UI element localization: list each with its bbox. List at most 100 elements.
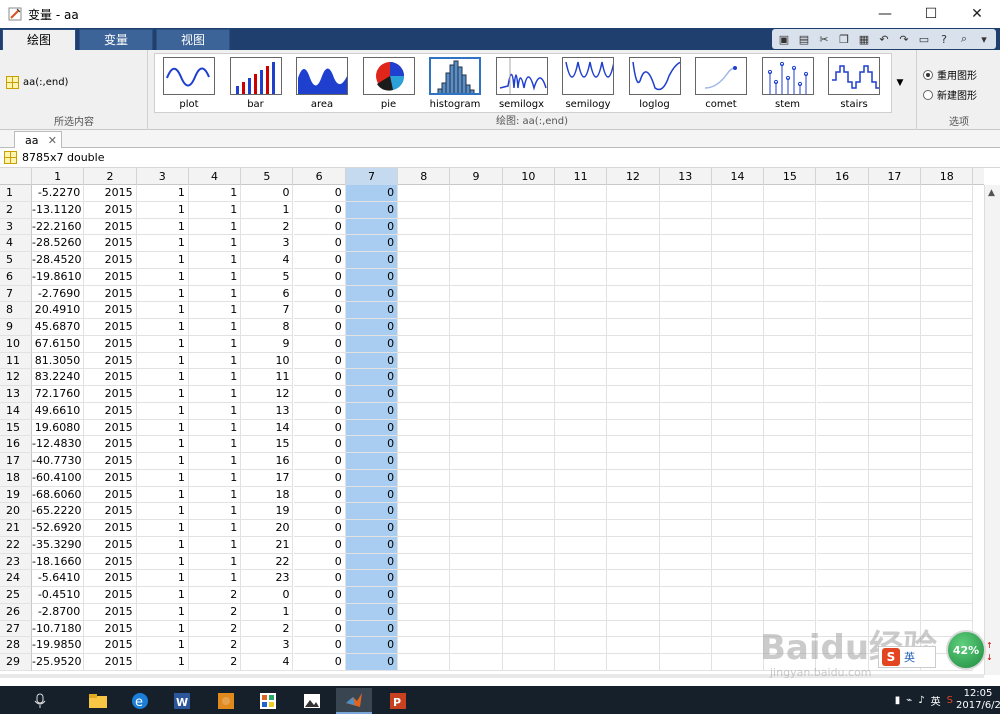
table-cell[interactable]: [921, 252, 974, 269]
table-cell[interactable]: 1: [136, 185, 189, 202]
table-cell[interactable]: -60.4100: [32, 469, 85, 487]
table-cell[interactable]: 0: [345, 268, 399, 286]
table-cell[interactable]: [398, 419, 451, 437]
table-cell[interactable]: 1: [136, 319, 189, 336]
table-cell[interactable]: 1: [188, 520, 242, 537]
table-cell[interactable]: [659, 369, 712, 386]
column-header-2[interactable]: 2: [84, 168, 137, 185]
table-cell[interactable]: [868, 603, 922, 621]
table-cell[interactable]: [450, 486, 503, 504]
table-cell[interactable]: [659, 268, 712, 286]
file-explorer-icon[interactable]: [80, 688, 116, 714]
table-cell[interactable]: [868, 486, 922, 504]
column-header-16[interactable]: 16: [817, 168, 869, 185]
redo-icon[interactable]: ↷: [894, 29, 914, 49]
table-cell[interactable]: [398, 185, 451, 202]
table-cell[interactable]: [607, 587, 660, 604]
search-icon[interactable]: ⌕: [954, 29, 974, 49]
table-cell[interactable]: [450, 319, 503, 336]
row-header[interactable]: 10: [0, 335, 32, 353]
table-cell[interactable]: [659, 386, 712, 403]
table-cell[interactable]: [502, 352, 555, 370]
table-cell[interactable]: 0: [345, 335, 399, 353]
table-cell[interactable]: 6: [241, 285, 294, 303]
table-cell[interactable]: [607, 536, 660, 554]
table-cell[interactable]: [868, 436, 922, 453]
table-cell[interactable]: 1: [188, 570, 242, 587]
table-cell[interactable]: [816, 386, 869, 403]
table-cell[interactable]: 13: [241, 402, 294, 420]
table-cell[interactable]: [764, 285, 817, 303]
microphone-icon[interactable]: [22, 688, 58, 714]
table-cell[interactable]: 1: [188, 185, 242, 202]
column-header-13[interactable]: 13: [660, 168, 712, 185]
table-cell[interactable]: [868, 520, 922, 537]
table-cell[interactable]: 1: [188, 252, 242, 269]
table-cell[interactable]: 0: [345, 536, 399, 554]
table-cell[interactable]: [607, 201, 660, 219]
table-cell[interactable]: [502, 453, 555, 470]
table-cell[interactable]: [555, 603, 608, 621]
table-cell[interactable]: -35.3290: [32, 536, 85, 554]
table-cell[interactable]: [398, 369, 451, 386]
column-header-14[interactable]: 14: [712, 168, 765, 185]
table-cell[interactable]: [868, 235, 922, 252]
table-cell[interactable]: [764, 486, 817, 504]
table-cell[interactable]: 2: [188, 654, 242, 671]
table-cell[interactable]: [607, 402, 660, 420]
table-cell[interactable]: 18: [241, 486, 294, 504]
row-header[interactable]: 20: [0, 503, 32, 520]
table-cell[interactable]: [607, 352, 660, 370]
table-cell[interactable]: [816, 536, 869, 554]
gallery-item-semilogy[interactable]: semilogy: [558, 57, 618, 113]
table-cell[interactable]: [555, 620, 608, 638]
table-cell[interactable]: 0: [345, 620, 399, 638]
table-cell[interactable]: [868, 285, 922, 303]
table-cell[interactable]: 0: [345, 386, 399, 403]
table-cell[interactable]: [921, 335, 974, 353]
table-cell[interactable]: [816, 436, 869, 453]
table-cell[interactable]: [659, 335, 712, 353]
table-cell[interactable]: [659, 218, 712, 236]
table-cell[interactable]: 0: [293, 285, 346, 303]
table-cell[interactable]: 2015: [84, 503, 137, 520]
table-cell[interactable]: 2015: [84, 201, 137, 219]
table-cell[interactable]: [659, 352, 712, 370]
column-header-10[interactable]: 10: [503, 168, 555, 185]
table-cell[interactable]: [502, 637, 555, 654]
table-cell[interactable]: 0: [345, 570, 399, 587]
row-header[interactable]: 3: [0, 218, 32, 236]
table-cell[interactable]: 45.6870: [32, 319, 85, 336]
table-cell[interactable]: [764, 201, 817, 219]
table-cell[interactable]: [659, 419, 712, 437]
table-cell[interactable]: -13.1120: [32, 201, 85, 219]
table-cell[interactable]: [659, 201, 712, 219]
table-cell[interactable]: [398, 252, 451, 269]
table-cell[interactable]: [868, 553, 922, 571]
table-cell[interactable]: [816, 369, 869, 386]
table-cell[interactable]: [868, 268, 922, 286]
table-cell[interactable]: [659, 185, 712, 202]
column-header-12[interactable]: 12: [607, 168, 660, 185]
table-cell[interactable]: [398, 201, 451, 219]
table-cell[interactable]: 0: [293, 503, 346, 520]
table-cell[interactable]: 0: [293, 654, 346, 671]
table-cell[interactable]: [816, 185, 869, 202]
table-cell[interactable]: 2015: [84, 386, 137, 403]
table-cell[interactable]: 0: [293, 369, 346, 386]
table-cell[interactable]: [659, 486, 712, 504]
table-cell[interactable]: 1: [136, 352, 189, 370]
table-cell[interactable]: -25.9520: [32, 654, 85, 671]
table-cell[interactable]: [607, 620, 660, 638]
table-cell[interactable]: [398, 620, 451, 638]
table-cell[interactable]: 1: [188, 536, 242, 554]
table-cell[interactable]: [502, 252, 555, 269]
powerpoint-icon[interactable]: P: [380, 688, 416, 714]
table-cell[interactable]: -52.6920: [32, 520, 85, 537]
table-cell[interactable]: [398, 553, 451, 571]
table-cell[interactable]: [868, 369, 922, 386]
table-cell[interactable]: [764, 553, 817, 571]
table-cell[interactable]: 2015: [84, 369, 137, 386]
table-cell[interactable]: [607, 503, 660, 520]
table-cell[interactable]: [659, 469, 712, 487]
